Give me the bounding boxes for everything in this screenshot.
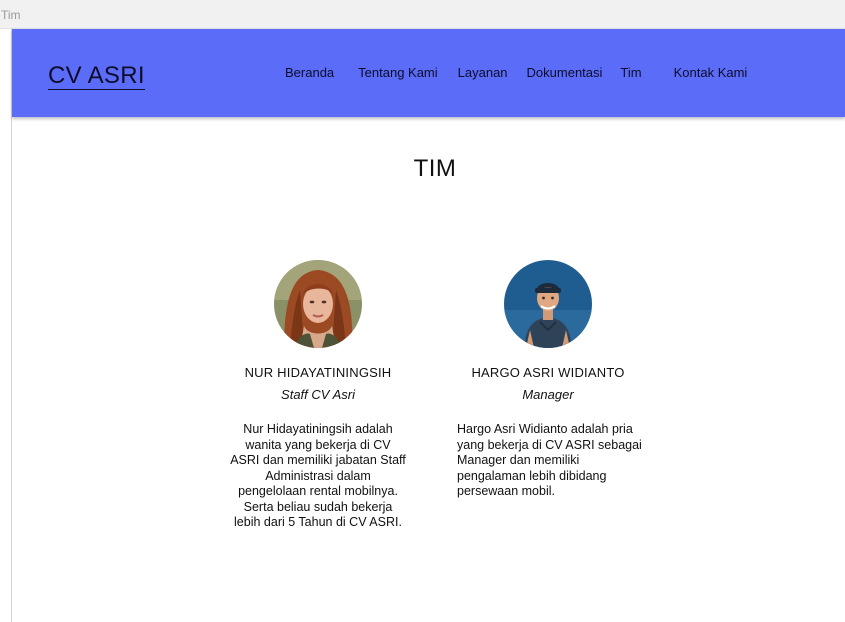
- nav-link-tentang-kami[interactable]: Tentang Kami: [358, 63, 438, 83]
- nav-link-layanan[interactable]: Layanan: [458, 63, 508, 83]
- member-name: HARGO ASRI WIDIANTO: [471, 365, 625, 380]
- member-bio: Hargo Asri Widianto adalah pria yang bek…: [457, 422, 642, 498]
- navbar: CV ASRI Beranda Tentang Kami Layanan Dok…: [12, 29, 845, 117]
- team-member-card: HARGO ASRI WIDIANTO Manager Hargo Asri W…: [448, 260, 648, 500]
- member-role: Manager: [522, 387, 574, 402]
- page-title: TIM: [413, 155, 457, 182]
- member-role: Staff CV Asri: [281, 387, 355, 402]
- man-portrait-image: [504, 260, 592, 348]
- woman-portrait-image: [274, 260, 362, 348]
- team-member-card: NUR HIDAYATININGSIH Staff CV Asri Nur Hi…: [218, 260, 418, 531]
- member-photo-man: [504, 260, 592, 348]
- nav-menu: Beranda Tentang Kami Layanan Dokumentasi…: [285, 63, 747, 83]
- window-title: Tim: [1, 8, 21, 22]
- window-title-bar: Tim: [0, 0, 845, 29]
- left-divider: [11, 28, 12, 622]
- nav-link-dokumentasi[interactable]: Dokumentasi: [527, 63, 603, 83]
- nav-link-kontak-kami[interactable]: Kontak Kami: [674, 63, 748, 83]
- member-photo-woman: [274, 260, 362, 348]
- member-name: NUR HIDAYATININGSIH: [244, 365, 392, 380]
- nav-link-tim[interactable]: Tim: [620, 63, 641, 83]
- member-bio: Nur Hidayatiningsih adalah wanita yang b…: [230, 422, 406, 529]
- nav-link-beranda[interactable]: Beranda: [285, 63, 334, 83]
- brand-logo-link[interactable]: CV ASRI: [48, 63, 145, 90]
